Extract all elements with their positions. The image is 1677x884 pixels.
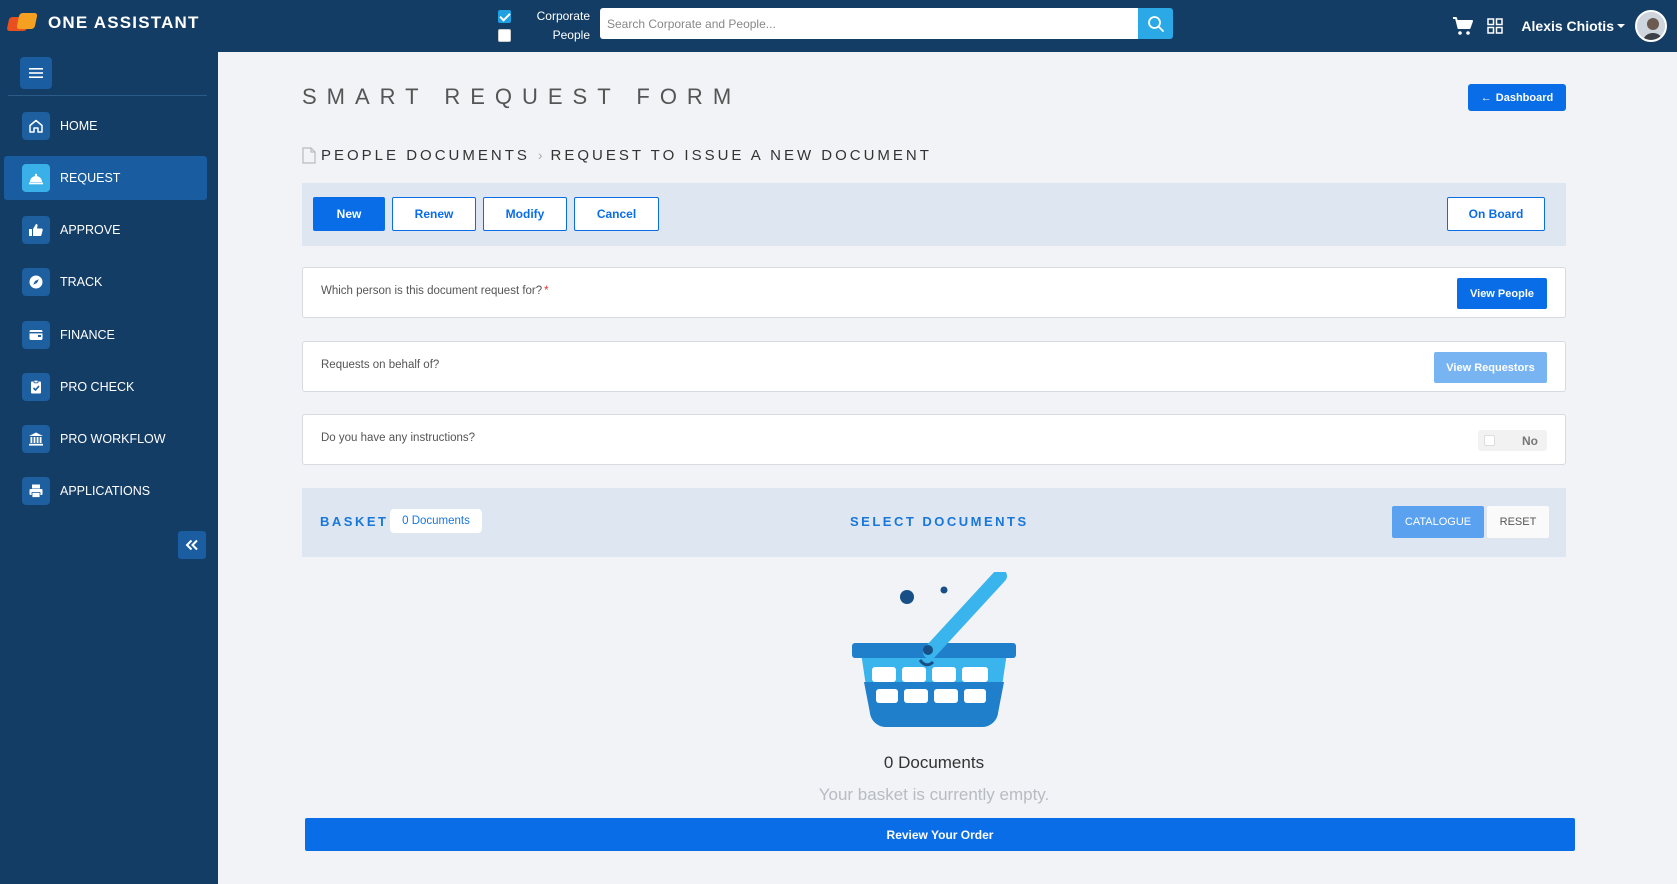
sidebar-item-finance[interactable]: FINANCE [4, 313, 207, 357]
basket-empty-message: Your basket is currently empty. [818, 785, 1050, 804]
view-requestors-button[interactable]: View Requestors [1434, 352, 1547, 383]
double-chevron-left-icon [185, 539, 198, 551]
modify-button[interactable]: Modify [483, 197, 567, 231]
brand-logo-icon [6, 13, 38, 33]
scope-people-label: People [552, 28, 590, 42]
user-name[interactable]: Alexis Chiotis [1521, 18, 1614, 34]
dashboard-button-label: Dashboard [1495, 91, 1554, 104]
search-icon [1147, 15, 1164, 32]
breadcrumb-category[interactable]: PEOPLE DOCUMENTS [321, 147, 530, 164]
chevron-down-icon[interactable] [1617, 24, 1625, 28]
sidebar-item-approve[interactable]: APPROVE [4, 208, 207, 252]
select-documents-label: SELECT DOCUMENTS [850, 514, 1029, 529]
brand[interactable]: ONE ASSISTANT [6, 13, 200, 33]
cart-button[interactable] [1451, 14, 1475, 38]
clipboard-check-icon [22, 373, 50, 401]
dashboard-button[interactable]: ← Dashboard [1468, 84, 1566, 111]
cancel-button[interactable]: Cancel [574, 197, 659, 231]
basket-count-badge: 0 Documents [390, 509, 482, 533]
sidebar-item-label: TRACK [60, 275, 103, 289]
person-question: Which person is this document request fo… [321, 285, 549, 297]
home-icon [22, 112, 50, 140]
brand-name: ONE ASSISTANT [48, 13, 200, 32]
renew-button[interactable]: Renew [392, 197, 476, 231]
review-order-button[interactable]: Review Your Order [305, 818, 1575, 851]
catalogue-button[interactable]: CATALOGUE [1392, 506, 1484, 538]
sidebar-divider [8, 95, 207, 96]
collapse-sidebar-button[interactable] [178, 531, 206, 559]
breadcrumb: PEOPLE DOCUMENTS › REQUEST TO ISSUE A NE… [302, 146, 932, 164]
empty-basket-icon [852, 572, 1016, 727]
apps-button[interactable] [1483, 14, 1507, 38]
global-search [600, 8, 1173, 39]
grid-icon [1487, 18, 1504, 34]
sidebar-item-label: PRO WORKFLOW [60, 432, 166, 446]
menu-toggle-button[interactable] [20, 57, 52, 89]
sidebar-item-home[interactable]: HOME [4, 104, 207, 148]
document-icon [302, 146, 316, 164]
required-mark: * [544, 285, 549, 297]
avatar[interactable] [1635, 10, 1667, 42]
instructions-question-card: Do you have any instructions? No [302, 414, 1566, 465]
new-button[interactable]: New [313, 197, 385, 231]
search-button[interactable] [1138, 8, 1173, 39]
sidebar-item-label: APPLICATIONS [60, 484, 151, 498]
bell-icon [22, 164, 50, 192]
scope-people[interactable]: People [498, 26, 590, 44]
sidebar-item-label: PRO CHECK [60, 380, 135, 394]
search-scope: Corporate People [498, 6, 590, 44]
sidebar-item-track[interactable]: TRACK [4, 260, 207, 304]
people-checkbox[interactable] [498, 28, 511, 42]
arrow-left-icon: ← [1480, 91, 1492, 104]
search-input[interactable] [600, 8, 1138, 39]
user-avatar-icon [1637, 12, 1665, 40]
instructions-toggle[interactable]: No [1478, 430, 1547, 451]
wallet-icon [22, 321, 50, 349]
corporate-checkbox[interactable] [498, 9, 511, 23]
sidebar-item-applications[interactable]: APPLICATIONS [4, 469, 207, 513]
hamburger-icon [29, 68, 43, 78]
sidebar-item-pro-workflow[interactable]: PRO WORKFLOW [4, 417, 207, 461]
chevron-right-icon: › [537, 147, 543, 163]
page-title: SMART REQUEST FORM [302, 84, 742, 109]
behalf-question: Requests on behalf of? [321, 359, 440, 371]
bank-icon [22, 425, 50, 453]
basket-empty-count: 0 Documents [883, 753, 985, 772]
compass-icon [22, 268, 50, 296]
basket-bar: BASKET 0 Documents SELECT DOCUMENTS CATA… [302, 488, 1566, 557]
printer-icon [22, 477, 50, 505]
thumbs-up-icon [22, 216, 50, 244]
behalf-question-card: Requests on behalf of? View Requestors [302, 341, 1566, 392]
sidebar: HOME REQUEST APPROVE TRACK FINANCE PRO C… [0, 52, 218, 884]
cart-icon [1453, 17, 1474, 35]
toggle-value: No [1522, 434, 1538, 448]
basket-title: BASKET [320, 514, 389, 529]
sidebar-item-label: APPROVE [60, 223, 121, 237]
on-board-button[interactable]: On Board [1447, 197, 1545, 231]
sidebar-item-request[interactable]: REQUEST [4, 156, 207, 200]
reset-button[interactable]: RESET [1487, 506, 1549, 538]
view-people-button[interactable]: View People [1457, 278, 1547, 309]
sidebar-item-label: HOME [60, 119, 98, 133]
user-area: Alexis Chiotis [1451, 10, 1667, 42]
breadcrumb-current: REQUEST TO ISSUE A NEW DOCUMENT [550, 146, 932, 164]
sidebar-item-label: REQUEST [60, 171, 121, 185]
sidebar-item-label: FINANCE [60, 328, 115, 342]
request-type-bar: New Renew Modify Cancel On Board [302, 183, 1566, 246]
person-question-card: Which person is this document request fo… [302, 267, 1566, 318]
toggle-knob [1484, 435, 1495, 446]
scope-corporate[interactable]: Corporate [498, 7, 590, 25]
scope-corporate-label: Corporate [536, 9, 590, 23]
sidebar-item-pro-check[interactable]: PRO CHECK [4, 365, 207, 409]
instructions-question: Do you have any instructions? [321, 432, 476, 444]
top-bar: ONE ASSISTANT Corporate People Alexis Ch… [0, 0, 1677, 52]
